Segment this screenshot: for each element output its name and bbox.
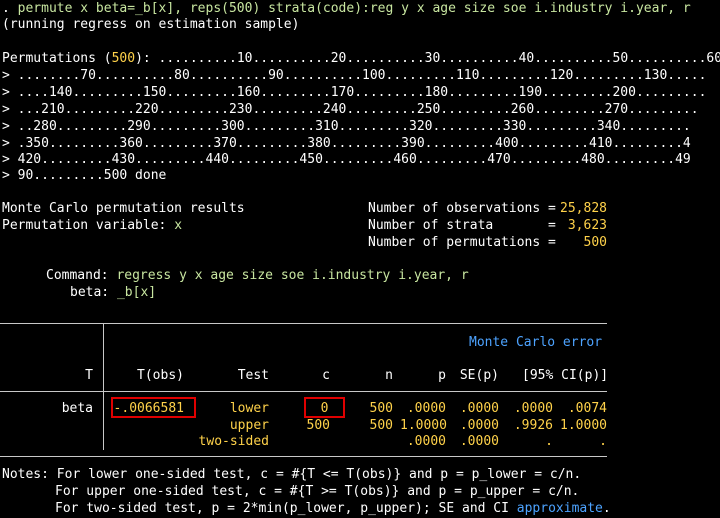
beta-info: beta: _b[x] — [70, 284, 156, 301]
header-T: T — [85, 368, 93, 383]
progress-line: > .350.........360.........370.........3… — [2, 136, 691, 151]
highlight-box-tobs — [111, 397, 196, 418]
approximate-link[interactable]: approximate — [517, 501, 603, 516]
row-T: beta — [61, 401, 93, 416]
stat-label-strata: Number of strata = — [368, 218, 556, 233]
header-test: Test — [237, 368, 269, 383]
header-ci: [95% CI(p)] — [522, 368, 609, 383]
header-n: n — [385, 368, 393, 383]
header-Tobs: T(obs) — [137, 368, 184, 383]
note-text: For lower one-sided test, c = #{T <= T(o… — [56, 467, 582, 482]
progress-line: > 420.........430.........440.........45… — [2, 152, 691, 167]
table-bottom-rule — [0, 456, 607, 457]
header-p: p — [438, 368, 446, 383]
notes-line: Notes: For lower one-sided test, c = #{T… — [2, 466, 581, 483]
command-value: regress y x age size soe i.industry i.ye… — [116, 268, 469, 283]
row-p: 1.0000 — [400, 418, 447, 433]
row-n: 500 — [369, 401, 393, 416]
header-c: c — [322, 368, 330, 383]
row-ci-hi: .0074 — [567, 401, 607, 416]
stat-value-permutations: 500 — [583, 235, 607, 250]
progress-line: > ...210.........220.........230........… — [2, 102, 699, 117]
progress-line: > ....140.........150.........160.......… — [2, 85, 707, 100]
results-title: Monte Carlo permutation results — [2, 201, 245, 216]
progress-line: > ........70..........80..........90....… — [2, 68, 707, 83]
row-n: 500 — [369, 418, 393, 433]
permutations-line: Permutations (500): ..........10........… — [2, 50, 720, 67]
row-c: 500 — [306, 418, 330, 433]
header-se: SE(p) — [459, 368, 499, 383]
note-text: For upper one-sided test, c = #{T >= T(o… — [55, 484, 580, 499]
table-top-rule — [0, 323, 607, 324]
command-info: Command: regress y x age size soe i.indu… — [46, 267, 469, 284]
permutation-variable: Permutation variable: x — [2, 217, 182, 234]
notes-prefix: Notes: — [2, 467, 57, 482]
permutations-label: Permutations ( — [2, 51, 112, 66]
beta-value: _b[x] — [116, 285, 157, 300]
row-ci-lo: . — [545, 434, 553, 449]
row-ci-lo: .0000 — [513, 401, 553, 416]
prompt-dot: . — [2, 1, 18, 16]
row-se: .0000 — [459, 401, 499, 416]
row-ci-hi: . — [599, 434, 607, 449]
stat-value-strata: 3,623 — [567, 218, 607, 233]
permutations-label-end: ): — [135, 51, 159, 66]
table-group-header: Monte Carlo error — [469, 335, 603, 350]
progress-line: ..........10..........20..........30....… — [158, 51, 720, 66]
table-header-rule — [0, 391, 607, 392]
stat-label-permutations: Number of permutations = — [368, 235, 556, 250]
note-end: . — [602, 501, 611, 516]
notes-line: For two-sided test, p = 2*min(p_lower, p… — [55, 500, 611, 517]
beta-label: beta: — [70, 285, 117, 300]
perm-var-label: Permutation variable: — [2, 218, 175, 233]
command-text: permute x beta=_b[x], reps(500) strata(c… — [17, 1, 691, 16]
stat-label-observations: Number of observations = — [368, 201, 556, 216]
note-text: For two-sided test, p = 2*min(p_lower, p… — [55, 501, 517, 516]
highlight-box-c — [304, 397, 345, 418]
permutations-count: 500 — [111, 51, 136, 66]
row-test: upper — [229, 418, 269, 433]
row-se: .0000 — [459, 434, 499, 449]
progress-line: > 90.........500 done — [2, 168, 167, 183]
row-p: .0000 — [406, 401, 446, 416]
row-test: two-sided — [198, 434, 269, 449]
perm-var-value: x — [174, 218, 183, 233]
progress-line: > ..280.........290.........300.........… — [2, 119, 691, 134]
stat-value-observations: 25,828 — [560, 201, 607, 216]
row-test: lower — [229, 401, 269, 416]
running-note: (running regress on estimation sample) — [2, 17, 300, 32]
command-label: Command: — [46, 268, 117, 283]
row-ci-hi: 1.0000 — [560, 418, 607, 433]
command-line: . permute x beta=_b[x], reps(500) strata… — [2, 0, 691, 17]
row-p: .0000 — [406, 434, 446, 449]
row-se: .0000 — [459, 418, 499, 433]
table-vertical-rule — [103, 323, 104, 450]
row-ci-lo: .9926 — [513, 418, 553, 433]
